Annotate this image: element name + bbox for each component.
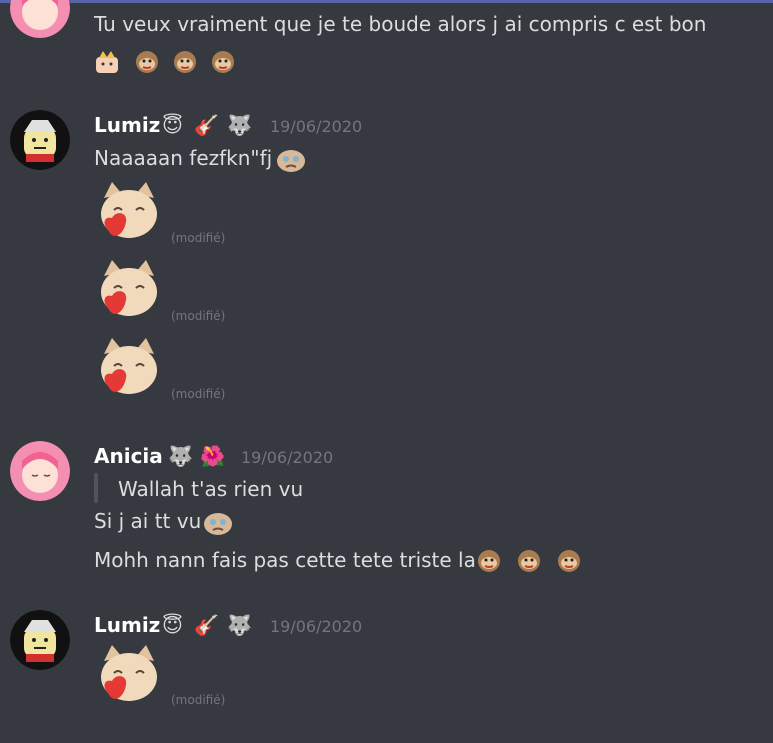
message-text: Si j ai tt vu xyxy=(94,509,202,533)
username-lumiz[interactable]: Lumiz xyxy=(94,613,160,637)
heart-cat-emote xyxy=(94,258,164,328)
wolf-badge-icon: 🐺 xyxy=(168,444,193,468)
timestamp: 19/06/2020 xyxy=(241,448,334,467)
edited-label: (modifié) xyxy=(171,231,226,245)
timestamp: 19/06/2020 xyxy=(270,617,363,636)
avatar-anicia-top[interactable] xyxy=(10,0,70,38)
angel-badge-icon: 😇 xyxy=(162,113,183,137)
username-anicia[interactable]: Anicia xyxy=(94,444,163,468)
monkey-emote xyxy=(556,548,582,574)
monkey-emote xyxy=(172,49,198,75)
edited-label: (modifié) xyxy=(171,309,226,323)
angel-badge-icon: 😇 xyxy=(162,613,183,637)
monkey-emote xyxy=(476,548,502,574)
quote-text: Wallah t'as rien vu xyxy=(118,477,304,501)
quote-bar xyxy=(94,473,98,503)
avatar-anicia[interactable] xyxy=(10,441,70,501)
guitar-badge-icon: 🎸 xyxy=(194,113,219,137)
heart-cat-emote xyxy=(94,180,164,250)
crying-cat-emote xyxy=(274,144,305,172)
heart-cat-emote xyxy=(94,643,164,713)
monkey-emote xyxy=(516,548,542,574)
wolf-badge-icon: 🐺 xyxy=(227,613,252,637)
timestamp: 19/06/2020 xyxy=(270,117,363,136)
monkey-emote xyxy=(134,49,160,75)
message-text: Naaaaan fezfkn"fj xyxy=(94,146,273,170)
crying-cat-emote xyxy=(201,507,232,535)
username-lumiz[interactable]: Lumiz xyxy=(94,113,160,137)
princess-emote xyxy=(94,49,120,75)
avatar-lumiz[interactable] xyxy=(10,110,70,170)
guitar-badge-icon: 🎸 xyxy=(194,613,219,637)
edited-label: (modifié) xyxy=(171,387,226,401)
flower-badge-icon: 🌺 xyxy=(200,444,225,468)
message-text: Mohh nann fais pas cette tete triste la xyxy=(94,548,476,572)
message-text: Tu veux vraiment que je te boude alors j… xyxy=(94,12,707,36)
wolf-badge-icon: 🐺 xyxy=(227,113,252,137)
top-accent-bar xyxy=(0,0,773,3)
heart-cat-emote xyxy=(94,336,164,406)
monkey-emote xyxy=(210,49,236,75)
edited-label: (modifié) xyxy=(171,693,226,707)
avatar-lumiz[interactable] xyxy=(10,610,70,670)
